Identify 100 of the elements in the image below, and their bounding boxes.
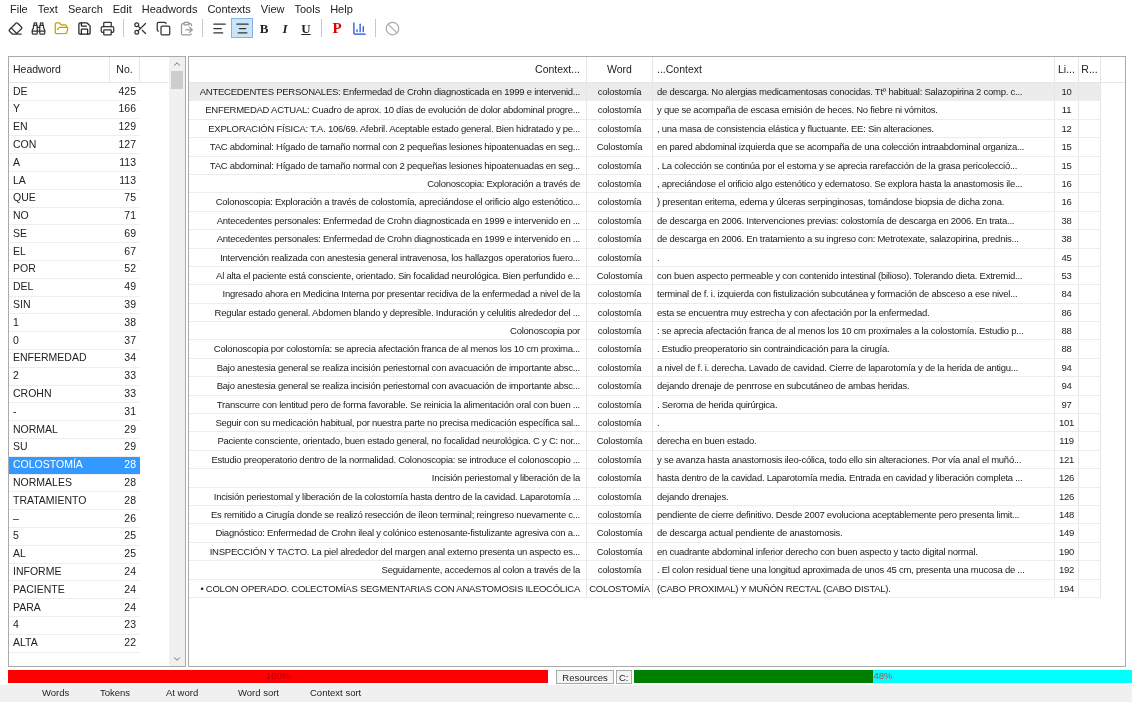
column-header[interactable]: Word [587, 57, 653, 82]
headword-row[interactable]: ENFERMEDAD 34 [9, 349, 140, 368]
concordance-row[interactable]: TAC abdominal: Hígado de tamaño normal con 2 pequeñas lesiones hipoatenuadas en seg... Colostomía en pared abdominal izquierda que se acompaña de una colección intraabdominal organiza... 15 [189, 138, 1101, 157]
headword-row[interactable]: DEL 49 [9, 278, 140, 297]
concordance-row[interactable]: Antecedentes personales: Enfermedad de Crohn diagnosticada en 1999 e intervenido en ... colostomía de descarga en 2006. Intervenciones previas: colostomía de descarga en 2006. En trata... 38 [189, 211, 1101, 231]
left-context: ENFERMEDAD ACTUAL: Cuadro de aprox. 10 días de evolución de dolor abdominal progre... [189, 101, 587, 119]
headword-row[interactable]: POR 52 [9, 260, 140, 279]
format-button[interactable]: I [275, 18, 295, 38]
headword-row[interactable]: 1 38 [9, 314, 140, 333]
menu-item[interactable]: Tools [294, 0, 321, 18]
column-header[interactable]: Context... [189, 57, 587, 82]
left-context: Intervención realizada con anestesia general intravenosa, los hallazgos operatorios fuero... [189, 248, 587, 266]
menu-item[interactable]: Search [67, 0, 103, 18]
concordance-row[interactable]: ANTECEDENTES PERSONALES: Enfermedad de Crohn diagnosticada en 1999 e intervenid... colostomía de descarga. No alergias medicamentosas conocidas. Ttº habitual: Salazopirina 2 comp. c... 10 [189, 83, 1101, 102]
headword-row[interactable]: CON 127 [9, 136, 140, 155]
format-button[interactable]: U [296, 18, 316, 38]
concordance-row[interactable]: Seguidamente, accedemos al colon a través de la colostomía . El colon residual tiene una longitud aproximada de unos 45 cm, presenta una mucosa de ... 192 [189, 561, 1101, 580]
headword-row[interactable]: NORMALES 28 [9, 474, 140, 493]
count-text: 28 [123, 457, 137, 473]
concordance-row[interactable]: Seguir con su medicación habitual, por nuestra parte no precisa medicación específica sal... colostomía . 101 [189, 414, 1101, 433]
format-button[interactable]: P [327, 18, 347, 38]
headword-row[interactable]: PACIENTE 24 [9, 581, 140, 600]
menu-item[interactable]: Edit [112, 0, 132, 18]
concordance-row[interactable]: Colonoscopia por colostomía: se aprecia afectación franca de al menos los 10 cm proxima... colostomía . Estudio preoperatorio sin contraindicación para la cirugía. 88 [189, 340, 1101, 359]
headword-row[interactable]: 0 37 [9, 332, 140, 350]
concordance-row[interactable]: Colonoscopia: Exploración a través de colostomía , apreciándose el orificio algo estenótico y edematoso. Se explora hasta la anastomosis ile... 16 [189, 174, 1101, 194]
headword-row[interactable]: 5 25 [9, 527, 140, 546]
concordance-row[interactable]: Diagnóstico: Enfermedad de Crohn ileal y colónico estenosante-fistulizante agresiva con a... Colostomía de descarga actual pendiente de anastomosis. 149 [189, 524, 1101, 543]
concordance-row[interactable]: Es remitido a Cirugía donde se realizó resección de íleon terminal; reingreso nuevamente c... colostomía pendiente de cierre definitivo. Desde 2007 evoluciona aceptablemente pero presenta limit... 148 [189, 506, 1101, 525]
line-number: 126 [1055, 469, 1079, 487]
concordance-row[interactable]: Incisión periestomal y liberación de la colostomía hasta dentro de la cavidad. Laparotomía media. Entrada en cavidad y liberación completa ... 126 [189, 469, 1101, 488]
scroll-thumb[interactable] [171, 71, 183, 89]
headword-row[interactable]: 4 23 [9, 616, 140, 635]
menu-item[interactable]: Contexts [207, 0, 251, 18]
headword-row[interactable]: SE 69 [9, 225, 140, 244]
concordance-row[interactable]: INSPECCIÓN Y TACTO. La piel alrededor del margen anal externo presenta un aspecto es... Colostomía en cuadrante abdominal inferior derecho con buen aspecto y tacto digital normal. 190 [189, 542, 1101, 562]
line-number: 126 [1055, 487, 1079, 505]
headword-row[interactable]: TRATAMIENTO 28 [9, 492, 140, 511]
concordance-row[interactable]: Colonoscopia por colostomía : se aprecia afectación franca de al menos los 10 cm proximales a la colostomía. Estudio p... 88 [189, 322, 1101, 341]
left-context: Colonoscopia por colostomía: se aprecia afectación franca de al menos los 10 cm proxima... [189, 340, 587, 358]
concordance-row[interactable]: EXPLORACIÓN FÍSICA: T.A. 106/69. Afebril. Aceptable estado general. Bien hidratado y pe... colostomía , una masa de consistencia elástica y fluctuante. EE: Sin alteraciones. 12 [189, 119, 1101, 139]
menu-item[interactable]: File [10, 0, 28, 18]
headword-row[interactable]: EN 129 [9, 118, 140, 137]
concordance-row[interactable]: Paciente consciente, orientado, buen estado general, no focalidad neurológica. C y C: nor... Colostomía derecha en buen estado. 119 [189, 432, 1101, 451]
headword-row[interactable]: EL 67 [9, 243, 140, 261]
column-header[interactable]: Headword [9, 57, 110, 82]
concordance-row[interactable]: TAC abdominal: Hígado de tamaño normal con 2 pequeñas lesiones hipoatenuadas en seg... colostomía . La colección se continúa por el estoma y se aprecia rarefacción de la grasa pericolecció... 15 [189, 156, 1101, 175]
left-context: EXPLORACIÓN FÍSICA: T.A. 106/69. Afebril. Aceptable estado general. Bien hidratado y pe... [189, 119, 587, 138]
headword-row[interactable]: NO 71 [9, 207, 140, 226]
column-header[interactable]: ...Context [653, 57, 1055, 82]
concordance-row[interactable] [189, 266, 1101, 286]
headword-text: INFORME [12, 564, 63, 580]
line-number: 121 [1055, 450, 1079, 469]
headword-row[interactable]: – 26 [9, 510, 140, 528]
concordance-row[interactable]: Regular estado general. Abdomen blando y depresible. Induración y celulitis alrededor del ... colostomía esta se encuentra muy estrecha y con afectación por la enfermedad. 86 [189, 303, 1101, 323]
headword-row[interactable]: QUE 75 [9, 189, 140, 208]
concordance-row[interactable]: Transcurre con lentitud pero de forma favorable. Se reinicia la alimentación oral con buen ... colostomía . Seroma de herida quirúrgica. 97 [189, 395, 1101, 415]
concordance-row[interactable]: Intervención realizada con anestesia general intravenosa, los hallazgos operatorios fuero... colostomía . 45 [189, 248, 1101, 267]
progress-label: 48% [872, 670, 894, 683]
right-context: . El colon residual tiene una longitud aproximada de unos 45 cm, presenta una mucosa de ... [653, 561, 1055, 579]
headword-row[interactable]: PARA 24 [9, 599, 140, 617]
headword-row[interactable]: Y 166 [9, 100, 140, 119]
concordance-row[interactable]: • COLON OPERADO. COLECTOMÍAS SEGMENTARIAS CON ANASTOMOSIS ILEOCÓLICA COLOSTOMÍA (CABO PROXIMAL) Y MUÑÓN RECTAL (CABO DISTAL). 194 [189, 579, 1101, 598]
headword-text: DEL [12, 279, 35, 295]
scroll-up-icon[interactable] [172, 59, 182, 69]
right-context: y se avanza hasta anastomosis ileo-cólica, todo ello sin alteraciones. Por vía anal el muñó... [653, 450, 1055, 469]
resources-label: Resources [556, 669, 614, 684]
concordance-row[interactable]: Antecedentes personales: Enfermedad de Crohn diagnosticada en 1999 e intervenido en ... colostomía de descarga en 2006. En tratamiento a su ingreso con: Metrotexate, salazopirina, prednis... 38 [189, 230, 1101, 249]
prohibited-icon [384, 20, 400, 36]
concordance-row[interactable] [189, 450, 1101, 470]
headword-row[interactable]: DE 425 [9, 83, 140, 101]
concordance-row[interactable]: Colonoscopia: Exploración a través de colostomía, apreciándose el orificio algo estenótico... colostomía ) presentan eritema, edema y úlceras serpinginosas, tomándose biopsia de dicha zona. 16 [189, 193, 1101, 212]
menu-item[interactable]: Headwords [141, 0, 198, 18]
concordance-row[interactable]: Bajo anestesia general se realiza incisión periestomal con avacuación de importante absc... colostomía dejando drenaje de penrrose en subcutáneo de ambas heridas. 94 [189, 377, 1101, 396]
column-header[interactable]: R... [1079, 57, 1101, 82]
headword-row[interactable]: CROHN 33 [9, 385, 140, 404]
headword-row[interactable]: LA 113 [9, 172, 140, 190]
line-number: 94 [1055, 377, 1079, 395]
concordance-row[interactable]: Bajo anestesia general se realiza incisión periestomal con avacuación de importante absc... colostomía a nivel de f. i. derecha. Lavado de cavidad. Cierre de laparotomía y de la herida de antigu... 94 [189, 358, 1101, 378]
column-header[interactable]: No. [110, 57, 140, 82]
headword-row[interactable]: INFORME 24 [9, 563, 140, 582]
menu-item[interactable]: Help [330, 0, 353, 18]
concordance-row[interactable]: ENFERMEDAD ACTUAL: Cuadro de aprox. 10 días de evolución de dolor abdominal progre... colostomía y que se acompaña de escasa emisión de heces. No fiebre ni vómitos. 11 [189, 101, 1101, 120]
headword-row[interactable]: ALTA 22 [9, 634, 140, 653]
headword-row[interactable]: - 31 [9, 403, 140, 422]
headword-row[interactable]: NORMAL 29 [9, 421, 140, 439]
count-text: 25 [123, 528, 137, 544]
headword-row[interactable]: 2 33 [9, 367, 140, 386]
headword-row[interactable]: A 113 [9, 154, 140, 172]
headword-row[interactable]: SU 29 [9, 438, 140, 457]
format-button[interactable]: B [254, 18, 274, 38]
column-header[interactable]: Li... [1055, 57, 1079, 82]
concordance-row[interactable]: Ingresado ahora en Medicina Interna por presentar recidiva de la enfermedad a nivel de la colostomía terminal de f. i. izquierda con fistulización subcutánea y formación de absceso a ese nivel... 84 [189, 285, 1101, 304]
concordance-row[interactable]: Incisión periestomal y liberación de la colostomía hasta dentro de la cavidad. Laparotomía ... colostomía dejando drenajes. 126 [189, 487, 1101, 506]
menu-item[interactable]: View [260, 0, 285, 18]
headword-row[interactable]: SIN 39 [9, 296, 140, 315]
keyword: colostomía [587, 487, 653, 505]
headword-row[interactable]: AL 25 [9, 545, 140, 564]
scroll-down-icon[interactable] [172, 654, 182, 664]
menu-item[interactable]: Text [37, 0, 58, 18]
